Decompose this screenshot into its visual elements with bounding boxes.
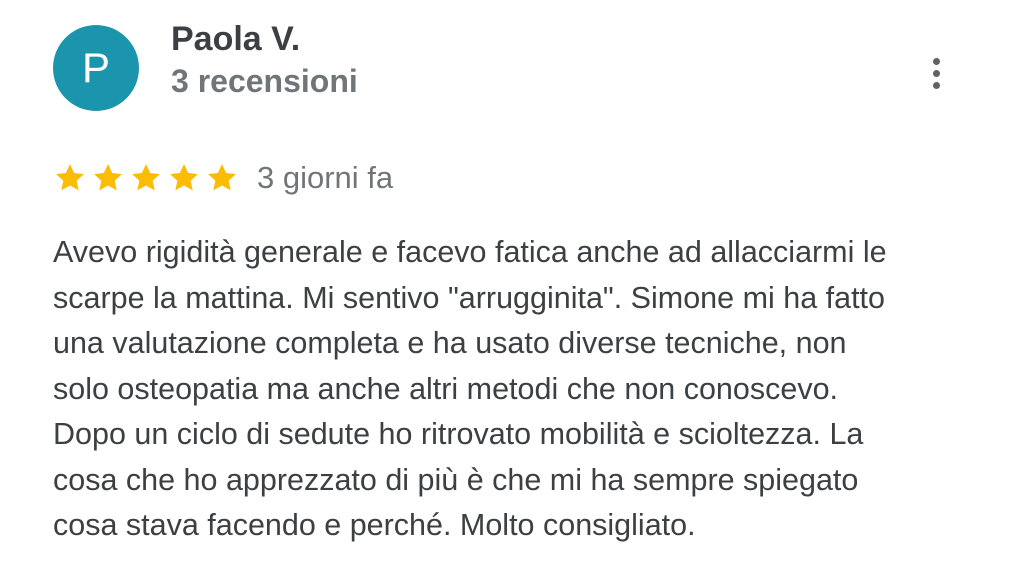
more-icon-dot — [932, 57, 940, 65]
star-icon — [94, 164, 122, 191]
review-card: P Paola V. 3 recensioni 3 giorni fa Avev… — [0, 0, 1024, 577]
more-icon-dot — [932, 69, 940, 77]
star-rating — [53, 161, 239, 195]
reviewer-name[interactable]: Paola V. — [171, 20, 300, 59]
rating-row: 3 giorni fa — [53, 155, 393, 201]
reviewer-avatar[interactable]: P — [53, 25, 139, 111]
review-date: 3 giorni fa — [257, 160, 394, 195]
more-vertical-icon — [932, 57, 940, 89]
review-body: Avevo rigidità generale e facevo fatica … — [53, 235, 887, 542]
reviewer-review-count: 3 recensioni — [171, 63, 358, 99]
star-icon — [208, 164, 236, 191]
star-icon — [132, 164, 160, 191]
more-icon-dot — [932, 81, 940, 89]
avatar-initial: P — [81, 44, 110, 91]
star-icon — [56, 164, 84, 191]
more-options-button[interactable] — [916, 50, 956, 96]
review-text: Avevo rigidità generale e facevo fatica … — [53, 230, 993, 549]
star-icon — [170, 164, 198, 191]
